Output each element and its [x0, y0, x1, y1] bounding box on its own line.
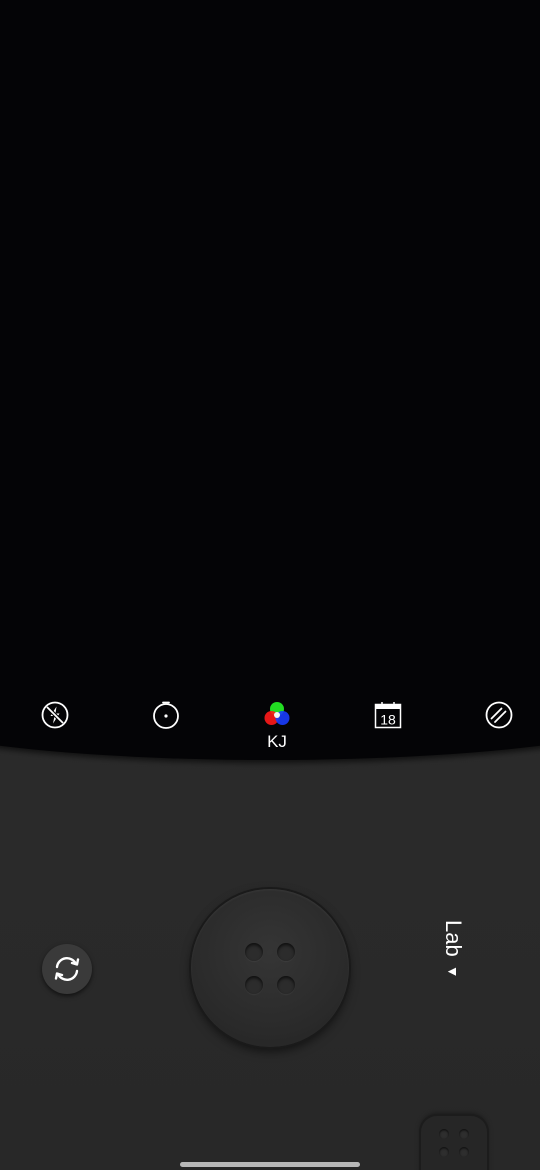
- camera-flip-icon: [54, 957, 80, 981]
- date-stamp-toggle[interactable]: 18: [368, 700, 408, 730]
- lab-label: Lab: [441, 920, 466, 957]
- pad-dot: [459, 1129, 469, 1139]
- timer-icon: [153, 701, 179, 729]
- shutter-dot: [277, 943, 295, 961]
- flash-off-icon: [41, 701, 69, 729]
- pad-dot: [459, 1147, 469, 1157]
- date-value: 18: [380, 712, 396, 728]
- pad-dot: [439, 1129, 449, 1139]
- shutter-dot: [245, 976, 263, 994]
- shutter-button[interactable]: [191, 889, 349, 1047]
- filter-selector[interactable]: [257, 700, 297, 730]
- pad-dot: [439, 1147, 449, 1157]
- lab-button[interactable]: Lab ▼: [428, 920, 478, 996]
- shutter-dot: [245, 943, 263, 961]
- filter-label: KJ: [267, 732, 287, 751]
- effect-toggle[interactable]: [479, 700, 519, 730]
- gallery-pad-button[interactable]: [421, 1116, 487, 1170]
- shutter-dot: [277, 976, 295, 994]
- rgb-filter-icon: [264, 702, 290, 725]
- timer-toggle[interactable]: [146, 700, 186, 730]
- flash-toggle[interactable]: [35, 700, 75, 730]
- lab-arrow-icon: ▼: [445, 964, 461, 979]
- calendar-date-icon: 18: [374, 702, 402, 729]
- home-indicator[interactable]: [180, 1162, 360, 1167]
- flip-camera-button[interactable]: [42, 944, 92, 994]
- camera-screen: KJ 18 Lab ▼: [0, 0, 540, 1170]
- lab-label-group: Lab ▼: [428, 920, 478, 996]
- light-leak-icon: [485, 701, 513, 729]
- viewfinder: [0, 0, 540, 760]
